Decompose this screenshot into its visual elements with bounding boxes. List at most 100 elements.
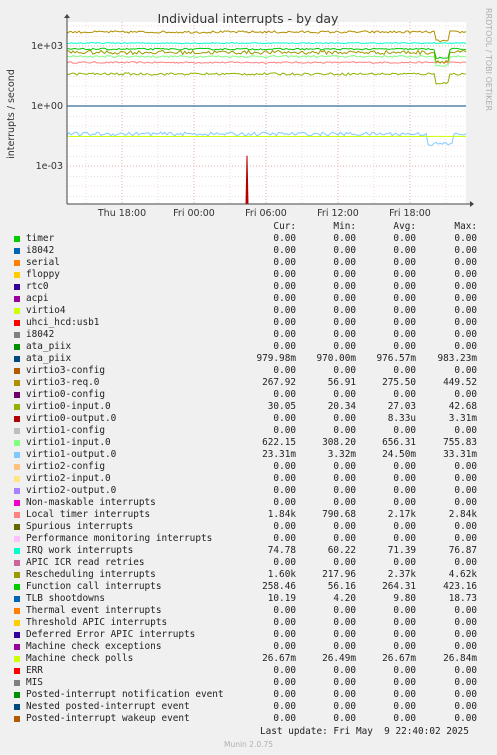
legend-row: i8042 0.00 0.00 0.00 0.00: [0, 329, 497, 341]
legend-name: ata_piix: [26, 353, 72, 364]
legend-name: virtio2-input.0: [26, 473, 111, 484]
legend-row: ata_piix 979.98m 970.00m 976.57m 983.23m: [0, 353, 497, 365]
legend-row: Performance monitoring interrupts 0.00 0.0…: [0, 533, 497, 545]
legend-value-avg: 0.00: [393, 425, 416, 436]
legend-swatch: [14, 296, 20, 302]
legend-swatch: [14, 548, 20, 554]
legend-swatch: [14, 476, 20, 482]
legend-swatch: [14, 524, 20, 530]
legend-value-avg: 976.57m: [376, 353, 416, 364]
legend-value-avg: 0.00: [393, 305, 416, 316]
legend-row: Rescheduling interrupts 1.60k 217.96 2.37k 4…: [0, 569, 497, 581]
legend-swatch: [14, 464, 20, 470]
legend-value-max: 0.00: [454, 641, 477, 652]
legend-value-max: 0.00: [454, 341, 477, 352]
legend-swatch: [14, 536, 20, 542]
legend-swatch: [14, 248, 20, 254]
legend-value-max: 0.00: [454, 677, 477, 688]
legend-row: virtio0-output.0 0.00 0.00 8.33u 3.31m: [0, 413, 497, 425]
legend-swatch: [14, 368, 20, 374]
chart: 1e+03 1e+00 1e-03 Thu 18:00 Fri 00:00 Fri 06:…: [6, 8, 493, 219]
legend-value-max: 983.23m: [437, 353, 477, 364]
legend-swatch: [14, 440, 20, 446]
legend-value-max: 449.52: [443, 377, 477, 388]
x-tick-label: Fri 06:00: [245, 208, 287, 219]
legend-swatch: [14, 272, 20, 278]
legend-value-avg: 71.39: [387, 545, 416, 556]
legend-row: Local timer interrupts 1.84k 790.68 2.17k 2.…: [0, 509, 497, 521]
legend-swatch: [14, 704, 20, 710]
legend-swatch: [14, 560, 20, 566]
legend-name: acpi: [26, 293, 49, 304]
legend-value-avg: 0.00: [393, 233, 416, 244]
legend-row: virtio4 0.00 0.00 0.00 0.00: [0, 305, 497, 317]
x-tick-label: Fri 00:00: [173, 208, 215, 219]
legend-value-max: 0.00: [454, 245, 477, 256]
legend-name: Nested posted-interrupt event: [26, 701, 190, 712]
legend-rows: timer 0.00 0.00 0.00 0.00 i8042 0.00 0.00 0.00 0.…: [0, 233, 497, 725]
legend-name: Posted-interrupt wakeup event: [26, 713, 190, 724]
legend-row: Machine check exceptions 0.00 0.00 0.00 0.00: [0, 641, 497, 653]
legend-name: i8042: [26, 245, 55, 256]
legend-value-avg: 2.17k: [387, 509, 416, 520]
legend-value-max: 0.00: [454, 365, 477, 376]
legend-value-avg: 0.00: [393, 245, 416, 256]
legend-swatch: [14, 428, 20, 434]
legend-name: rtc0: [26, 281, 49, 292]
legend-value-max: 0.00: [454, 521, 477, 532]
legend-swatch: [14, 344, 20, 350]
legend-row: virtio3-config 0.00 0.00 0.00 0.00: [0, 365, 497, 377]
legend-value-avg: 0.00: [393, 317, 416, 328]
legend-value-max: 0.00: [454, 557, 477, 568]
legend-name: Deferred Error APIC interrupts: [26, 629, 196, 640]
legend-name: virtio0-input.0: [26, 401, 111, 412]
legend-row: Thermal event interrupts 0.00 0.00 0.00 0.00: [0, 605, 497, 617]
y-axis-label: interrupts / second: [6, 69, 17, 159]
legend-value-avg: 0.00: [393, 629, 416, 640]
legend-value-avg: 656.31: [382, 437, 416, 448]
legend-value-max: 755.83: [443, 437, 477, 448]
legend-swatch: [14, 320, 20, 326]
legend-value-max: 0.00: [454, 461, 477, 472]
legend-value-max: 0.00: [454, 305, 477, 316]
legend-name: timer: [26, 233, 55, 244]
legend-value-max: 0.00: [454, 713, 477, 724]
legend-swatch: [14, 512, 20, 518]
x-tick-label: Fri 18:00: [389, 208, 431, 219]
legend-value-max: 0.00: [454, 497, 477, 508]
legend-name: virtio2-config: [26, 461, 106, 472]
legend-swatch: [14, 488, 20, 494]
legend-name: Function call interrupts: [26, 581, 162, 592]
legend-swatch: [14, 236, 20, 242]
rrdtool-credit: RRDTOOL / TOBI OETIKER: [484, 8, 493, 111]
legend-value-avg: 8.33u: [387, 413, 416, 424]
legend-name: ata_piix: [26, 341, 72, 352]
legend-value-max: 0.00: [454, 665, 477, 676]
legend-name: virtio3-req.0: [26, 377, 100, 388]
legend-value-max: 0.00: [454, 629, 477, 640]
legend-value-max: 0.00: [454, 293, 477, 304]
legend-swatch: [14, 380, 20, 386]
legend-value-avg: 264.31: [382, 581, 416, 592]
legend-name: serial: [26, 257, 60, 268]
legend-row: rtc0 0.00 0.00 0.00 0.00: [0, 281, 497, 293]
legend-name: Thermal event interrupts: [26, 605, 162, 616]
legend-value-avg: 0.00: [393, 497, 416, 508]
legend-row: virtio2-input.0 0.00 0.00 0.00 0.00: [0, 473, 497, 485]
legend-swatch: [14, 260, 20, 266]
legend-swatch: [14, 452, 20, 458]
legend-row: virtio0-config 0.00 0.00 0.00 0.00: [0, 389, 497, 401]
legend-swatch: [14, 584, 20, 590]
legend-name: Threshold APIC interrupts: [26, 617, 168, 628]
header-max: Max:: [454, 221, 477, 232]
legend-value-avg: 0.00: [393, 533, 416, 544]
legend-value-avg: 275.50: [382, 377, 416, 388]
legend-value-max: 0.00: [454, 257, 477, 268]
legend-value-avg: 0.00: [393, 257, 416, 268]
legend-swatch: [14, 608, 20, 614]
legend-value-avg: 0.00: [393, 389, 416, 400]
legend-name: TLB shootdowns: [26, 593, 106, 604]
legend-name: floppy: [26, 269, 60, 280]
legend-row: uhci_hcd:usb1 0.00 0.00 0.00 0.00: [0, 317, 497, 329]
legend-name: IRQ work interrupts: [26, 545, 134, 556]
